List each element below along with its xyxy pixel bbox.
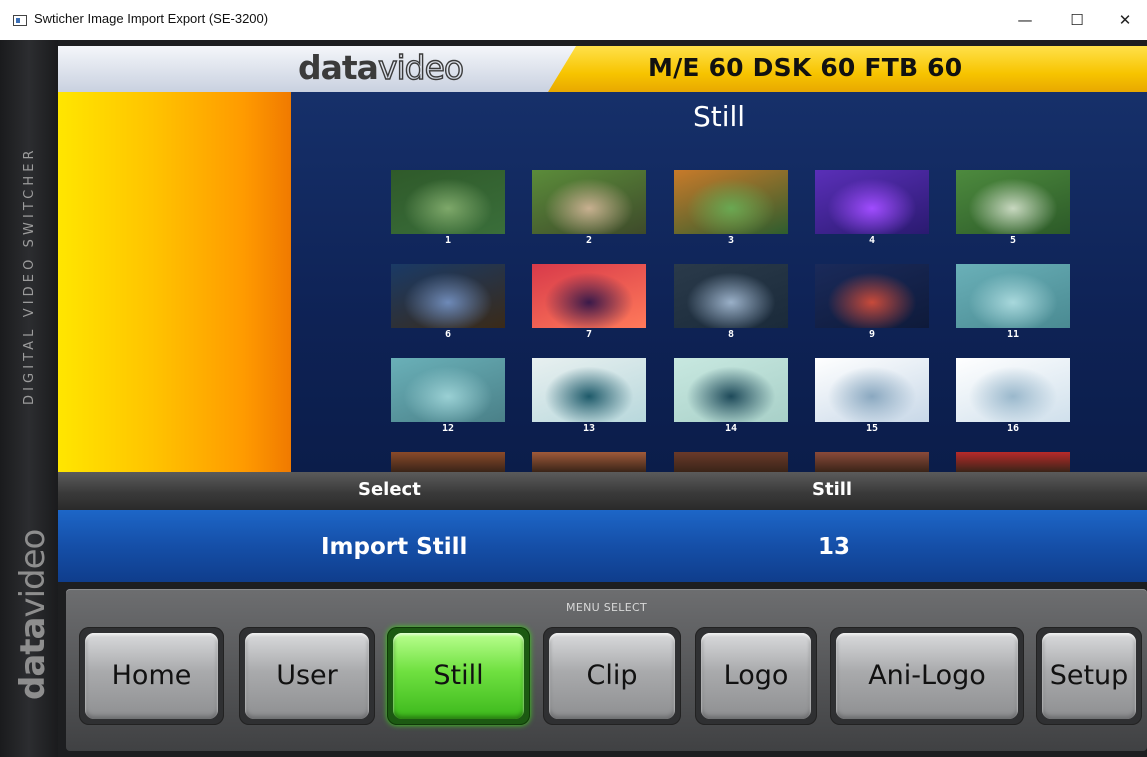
menu-frame-ani-logo: Ani-Logo [830,627,1024,725]
import-still-label: Import Still [321,534,468,560]
maximize-button[interactable]: ☐ [1055,4,1099,36]
import-still-number[interactable]: 13 [818,534,850,560]
still-thumbnail-number: 16 [1006,423,1020,434]
still-thumbnail[interactable] [532,170,646,234]
still-thumbnail-number: 4 [868,235,876,246]
ani-logo-button[interactable]: Ani-Logo [836,633,1018,719]
still-thumbnail-partial[interactable] [532,452,646,472]
still-thumbnail[interactable] [956,170,1070,234]
still-thumbnail[interactable] [815,170,929,234]
still-thumbnail-partial[interactable] [815,452,929,472]
still-thumbnail[interactable] [532,264,646,328]
header-bar: datavideo M/E 60 DSK 60 FTB 60 [58,46,1147,92]
select-label: Select [358,479,421,500]
still-thumbnail-partial[interactable] [391,452,505,472]
clip-button[interactable]: Clip [549,633,675,719]
still-thumbnail[interactable] [674,358,788,422]
menu-frame-user: User [239,627,375,725]
window-titlebar: Swticher Image Import Export (SE-3200) —… [0,0,1147,41]
user-button[interactable]: User [245,633,369,719]
logo-button[interactable]: Logo [701,633,811,719]
select-value[interactable]: Still [812,479,852,500]
switcher-app: DIGITAL VIDEO SWITCHER datavideo datavid… [0,40,1147,757]
header-status-info: M/E 60 DSK 60 FTB 60 [648,53,963,82]
still-thumbnail-partial[interactable] [956,452,1070,472]
still-thumbnail-number: 9 [868,329,876,340]
still-thumbnail-number: 14 [724,423,738,434]
menu-area: MENU SELECT Home User Still Clip Logo An… [58,582,1147,757]
still-thumbnail[interactable] [391,358,505,422]
still-thumbnail[interactable] [674,264,788,328]
menu-frame-home: Home [79,627,224,725]
menu-frame-logo: Logo [695,627,817,725]
still-thumbnail[interactable] [815,358,929,422]
vertical-datavideo-logo: datavideo [13,529,53,700]
setup-button[interactable]: Setup [1042,633,1136,719]
still-thumbnail-number: 12 [441,423,455,434]
menu-frame-clip: Clip [543,627,681,725]
still-thumbnail-number: 11 [1006,329,1020,340]
still-thumbnail-partial[interactable] [674,452,788,472]
still-thumbnail[interactable] [815,264,929,328]
window-title: Swticher Image Import Export (SE-3200) [34,11,269,26]
still-thumbnail[interactable] [674,170,788,234]
still-thumbnail-number: 5 [1009,235,1017,246]
still-thumbnail-number: 2 [585,235,593,246]
still-image-panel: Still 1 2 3 4 5 6 7 8 9 11 12 13 14 15 16 [291,92,1147,472]
still-thumbnail-number: 6 [444,329,452,340]
menu-select-panel: MENU SELECT Home User Still Clip Logo An… [66,589,1147,751]
still-thumbnail-number: 3 [727,235,735,246]
menu-frame-setup: Setup [1036,627,1142,725]
minimize-button[interactable]: — [1003,4,1047,36]
still-thumbnail[interactable] [956,358,1070,422]
datavideo-logo: datavideo [298,47,465,87]
still-thumbnail-number: 13 [582,423,596,434]
orange-side-panel [58,92,291,472]
import-bar: Import Still 13 [58,510,1147,582]
still-thumbnail[interactable] [391,170,505,234]
still-thumbnail[interactable] [956,264,1070,328]
still-thumbnail[interactable] [532,358,646,422]
still-thumbnail-number: 1 [444,235,452,246]
still-thumbnail-number: 7 [585,329,593,340]
menu-select-title: MENU SELECT [566,601,647,614]
still-thumbnail[interactable] [391,264,505,328]
home-button[interactable]: Home [85,633,218,719]
select-bar: Select Still [58,472,1147,510]
close-button[interactable]: ✕ [1103,4,1147,36]
vertical-product-label: DIGITAL VIDEO SWITCHER [22,146,37,405]
menu-frame-still: Still [387,627,530,725]
left-brand-strip: DIGITAL VIDEO SWITCHER datavideo [0,40,58,757]
still-thumbnail-number: 8 [727,329,735,340]
still-panel-title: Still [692,100,746,133]
still-thumbnail-number: 15 [865,423,879,434]
app-icon [13,15,27,26]
still-button[interactable]: Still [393,633,524,719]
